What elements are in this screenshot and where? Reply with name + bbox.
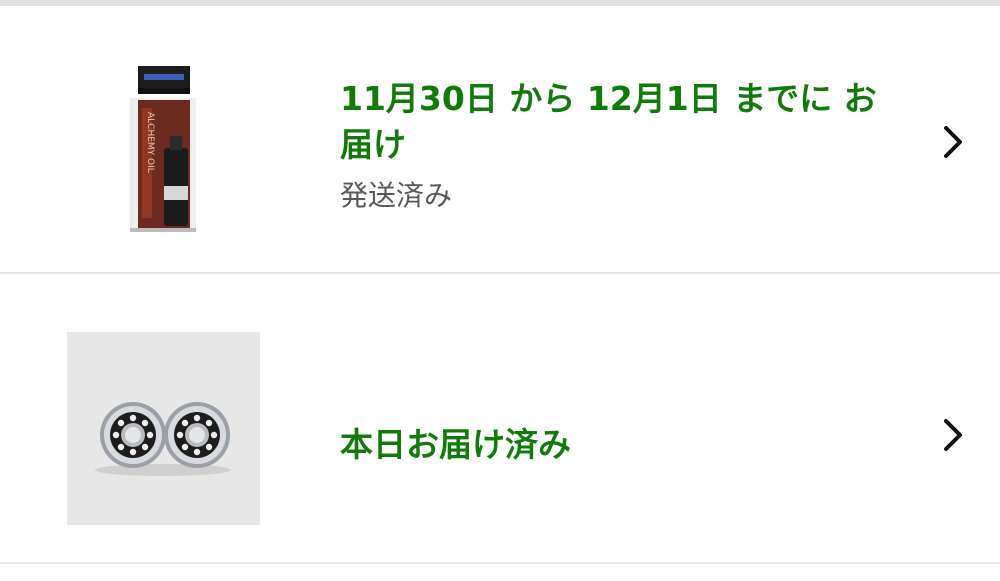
product-image <box>67 332 260 525</box>
shipment-status-text: 発送済み <box>340 179 453 212</box>
product-package-label: ALCHEMY OIL <box>145 112 155 173</box>
delivery-status-text: 11月30日 から 12月1日 までに お届け <box>340 79 877 164</box>
order-status-block: 本日お届け済み <box>340 422 900 468</box>
chevron-right-icon[interactable] <box>938 122 968 162</box>
order-row-shipped[interactable]: ALCHEMY OIL 11月30日 から 12月1日 までに お届け 発送済み <box>0 6 1000 274</box>
order-status-block: 11月30日 から 12月1日 までに お届け 発送済み <box>340 76 900 216</box>
order-row-delivered[interactable]: 本日お届け済み <box>0 274 1000 564</box>
product-image: ALCHEMY OIL <box>130 60 196 236</box>
order-list: ALCHEMY OIL 11月30日 から 12月1日 までに お届け 発送済み <box>0 6 1000 564</box>
chevron-right-icon[interactable] <box>938 415 968 455</box>
delivery-status-text: 本日お届け済み <box>340 425 571 464</box>
